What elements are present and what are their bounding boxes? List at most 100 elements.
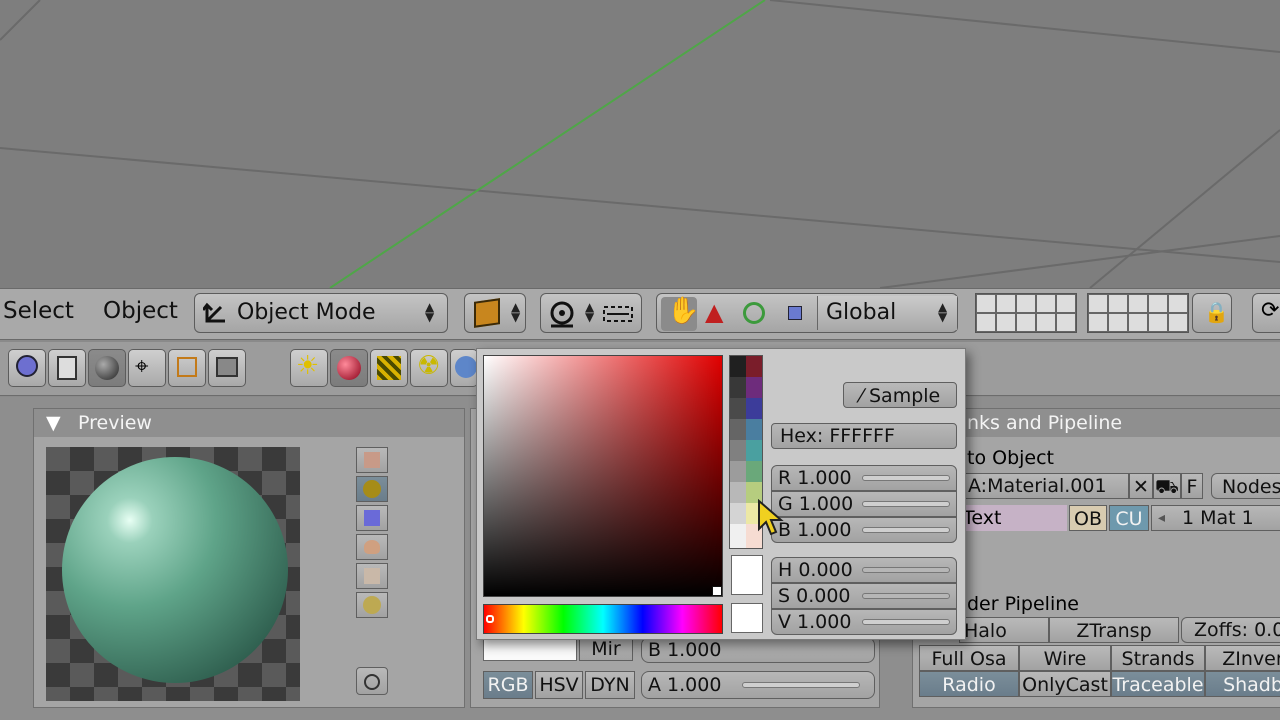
b-value-field[interactable]: B 1.000 [641, 637, 875, 663]
r-slider[interactable] [862, 475, 950, 481]
palette-swatch[interactable] [730, 524, 746, 548]
scale-icon[interactable] [788, 306, 802, 320]
3d-viewport[interactable] [0, 0, 1280, 288]
saturation-value-field[interactable] [483, 355, 723, 597]
hue-cursor[interactable] [486, 615, 494, 623]
h-value-field[interactable]: H 0.000 [771, 557, 957, 583]
mir-button[interactable]: Mir [579, 637, 633, 661]
wire-button[interactable]: Wire [1019, 645, 1111, 671]
g-slider[interactable] [862, 501, 950, 507]
material-subcontext-button[interactable] [330, 349, 368, 387]
orientation-select[interactable]: Global ▲ ▼ [817, 296, 957, 330]
mode-select[interactable]: Object Mode ▲ ▼ [194, 293, 448, 333]
texture-subcontext-button[interactable] [370, 349, 408, 387]
b-slider[interactable] [862, 527, 950, 533]
cu-link-button[interactable]: CU [1109, 505, 1149, 531]
layer-buttons-a[interactable] [975, 293, 1077, 333]
b-picker-field[interactable]: B 1.000 [771, 517, 957, 543]
preview-panel-header[interactable]: ▼ Preview [34, 409, 464, 437]
traceable-button[interactable]: Traceable [1111, 671, 1205, 697]
strands-button[interactable]: Strands [1111, 645, 1205, 671]
zinvert-button[interactable]: ZInver [1205, 645, 1280, 671]
ob-link-button[interactable]: OB [1069, 505, 1107, 531]
palette-swatch[interactable] [730, 356, 746, 377]
zoffs-field[interactable]: Zoffs: 0.0 [1181, 617, 1280, 643]
palette-swatch[interactable] [746, 461, 762, 482]
palette-swatch[interactable] [730, 461, 746, 482]
shading-context-button[interactable] [88, 349, 126, 387]
eyedropper-icon: ⁄ [859, 385, 863, 407]
palette-swatch[interactable] [730, 503, 746, 524]
palette-swatch[interactable] [746, 440, 762, 461]
onlycast-button[interactable]: OnlyCast [1019, 671, 1111, 697]
r-value-field[interactable]: R 1.000 [771, 465, 957, 491]
shadbuf-button[interactable]: Shadb [1205, 671, 1280, 697]
material-name-field[interactable]: A:Material.001 [963, 473, 1129, 499]
preview-sky-button[interactable] [356, 592, 388, 618]
hue-bar[interactable] [483, 604, 723, 634]
script-context-button[interactable] [48, 349, 86, 387]
me-owner-field[interactable]: Text [959, 505, 1067, 531]
rotate-icon[interactable] [743, 302, 765, 324]
h-slider[interactable] [862, 567, 950, 573]
lock-layers-button[interactable]: 🔒 [1192, 293, 1232, 333]
halo-button[interactable]: Halo [959, 617, 1049, 643]
palette-swatch[interactable] [746, 398, 762, 419]
palette-swatch[interactable] [730, 398, 746, 419]
v-value-field[interactable]: V 1.000 [771, 609, 957, 635]
v-slider[interactable] [862, 619, 950, 625]
nodes-button[interactable]: Nodes [1211, 473, 1280, 499]
palette-swatch[interactable] [746, 356, 762, 377]
palette-swatch[interactable] [746, 377, 762, 398]
sv-cursor[interactable] [712, 586, 722, 596]
fake-user-button[interactable]: F [1181, 473, 1203, 499]
fake-user-icon-button[interactable]: ⛟ [1153, 473, 1181, 499]
alpha-slider[interactable] [742, 682, 860, 688]
links-panel-header[interactable]: nks and Pipeline [913, 409, 1280, 437]
preview-cube-button[interactable] [356, 505, 388, 531]
unlink-material-button[interactable]: ✕ [1129, 473, 1153, 499]
world-subcontext-button[interactable] [450, 349, 478, 387]
s-value-field[interactable]: S 0.000 [771, 583, 957, 609]
layer-buttons-b[interactable] [1087, 293, 1189, 333]
mirror-color-swatch[interactable] [483, 637, 577, 661]
material-index-field[interactable]: ◂ 1 Mat 1 [1151, 505, 1280, 531]
scene-context-button[interactable] [208, 349, 246, 387]
menu-object[interactable]: Object [103, 298, 178, 324]
pivot-select[interactable]: ▲ ▼ [540, 293, 642, 333]
draw-type-select[interactable]: ▲ ▼ [464, 293, 526, 333]
decrement-arrow-icon[interactable]: ◂ [1158, 506, 1165, 530]
palette-swatch[interactable] [730, 482, 746, 503]
preview-monkey-button[interactable] [356, 534, 388, 560]
g-value-field[interactable]: G 1.000 [771, 491, 957, 517]
hand-icon[interactable]: ✋ [667, 296, 699, 326]
s-slider[interactable] [862, 593, 950, 599]
radio-button[interactable]: Radio [919, 671, 1019, 697]
translate-icon[interactable]: ▲ [705, 298, 723, 326]
old-color-swatch[interactable] [731, 603, 763, 633]
palette-swatch[interactable] [730, 419, 746, 440]
preview-flat-button[interactable] [356, 447, 388, 473]
rgb-mode-button[interactable]: RGB [483, 671, 533, 699]
alpha-value-field[interactable]: A 1.000 [641, 671, 875, 699]
editing-context-button[interactable] [168, 349, 206, 387]
full-osa-button[interactable]: Full Osa [919, 645, 1019, 671]
palette-swatch[interactable] [730, 377, 746, 398]
ztransp-button[interactable]: ZTransp [1049, 617, 1179, 643]
menu-select[interactable]: Select [3, 298, 74, 324]
preview-refresh-button[interactable] [356, 667, 388, 695]
hsv-mode-button[interactable]: HSV [535, 671, 583, 699]
preview-hair-button[interactable] [356, 563, 388, 589]
dyn-mode-button[interactable]: DYN [585, 671, 635, 699]
logic-context-button[interactable] [8, 349, 46, 387]
preview-sphere-button[interactable] [356, 476, 388, 502]
object-context-button[interactable]: ⌖ [128, 349, 166, 387]
collapse-triangle-icon[interactable]: ▼ [46, 409, 61, 437]
render-button[interactable]: ⟳ [1252, 293, 1280, 333]
palette-swatch[interactable] [730, 440, 746, 461]
radiosity-subcontext-button[interactable]: ☢ [410, 349, 448, 387]
hex-field[interactable]: Hex: FFFFFF [771, 423, 957, 449]
palette-swatch[interactable] [746, 419, 762, 440]
sample-button[interactable]: ⁄ Sample [843, 382, 957, 408]
lamp-subcontext-button[interactable]: ☀ [290, 349, 328, 387]
